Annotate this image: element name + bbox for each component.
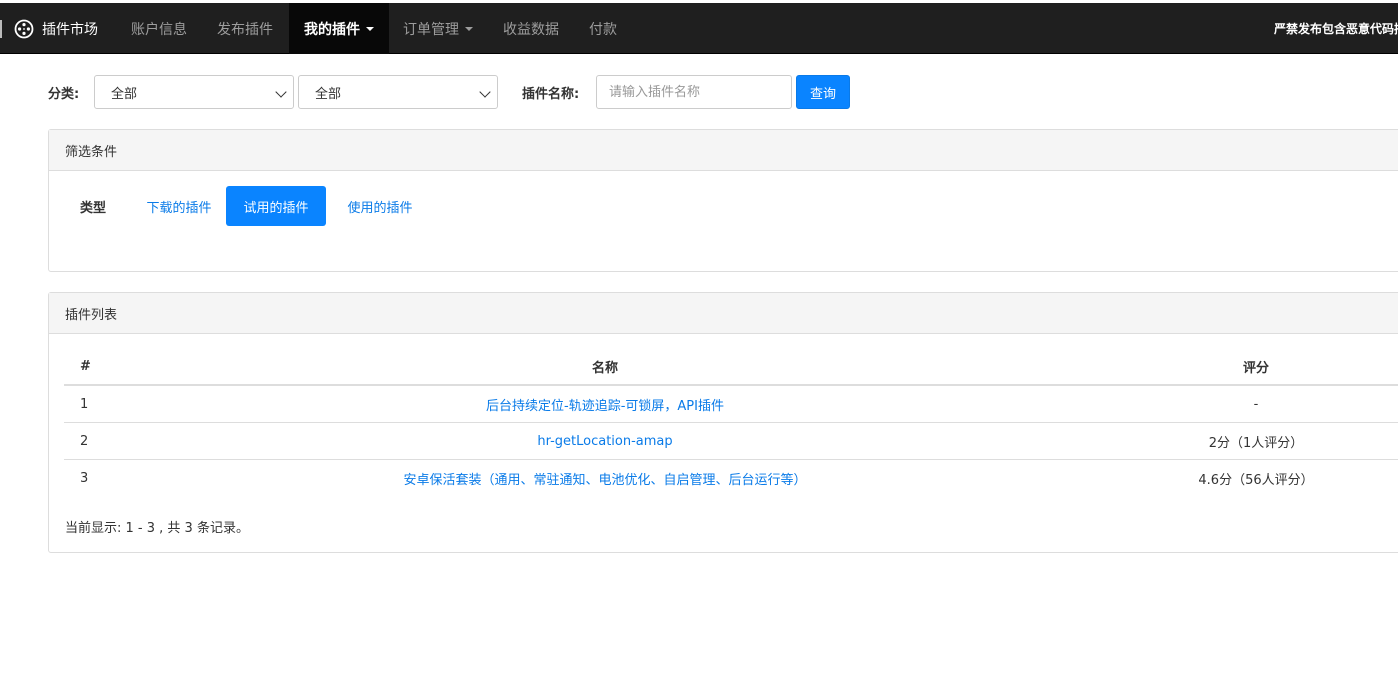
row-name-cell: 后台持续定位-轨迹追踪-可锁屏，API插件 — [164, 386, 1046, 422]
type-filter-row: 类型 下载的插件 试用的插件 使用的插件 — [49, 186, 1398, 226]
column-header-num: # — [80, 358, 91, 374]
caret-down-icon — [366, 26, 374, 31]
nav-item-account[interactable]: 账户信息 — [131, 3, 187, 54]
plugin-link[interactable]: hr-getLocation-amap — [537, 434, 672, 449]
search-button[interactable]: 查询 — [796, 75, 850, 109]
row-num: 1 — [80, 396, 89, 412]
row-num: 2 — [80, 433, 89, 449]
plugin-list-panel: 插件列表 # 名称 评分 1 后台持续定位-轨迹追踪-可锁屏，API插件 - 2… — [48, 292, 1398, 553]
nav-item-label: 发布插件 — [217, 21, 273, 38]
category-primary-select[interactable]: 全部 — [94, 75, 294, 109]
plugin-name-label: 插件名称: — [522, 87, 580, 102]
nav-item-orders[interactable]: 订单管理 — [403, 3, 473, 54]
navbar-notice: 严禁发布包含恶意代码插 — [1274, 22, 1398, 36]
nav-item-label: 收益数据 — [503, 21, 559, 38]
row-score: 2分（1人评分） — [1208, 435, 1304, 451]
nav-item-my-plugins[interactable]: 我的插件 — [289, 3, 389, 54]
nav-item-earnings[interactable]: 收益数据 — [503, 3, 559, 54]
category-secondary-value: 全部 — [315, 86, 342, 102]
type-pill-trial[interactable]: 试用的插件 — [226, 186, 326, 226]
brand[interactable]: 插件市场 — [14, 3, 98, 54]
film-reel-icon — [14, 19, 34, 38]
row-name-cell: hr-getLocation-amap — [164, 423, 1046, 459]
column-header-score: 评分 — [1242, 360, 1269, 376]
type-pill-used[interactable]: 使用的插件 — [334, 186, 426, 226]
type-label: 类型 — [80, 200, 107, 216]
table-header-row: # 名称 评分 — [64, 348, 1398, 386]
table-row: 2 hr-getLocation-amap 2分（1人评分） — [64, 423, 1398, 460]
table-row: 1 后台持续定位-轨迹追踪-可锁屏，API插件 - — [64, 386, 1398, 423]
caret-down-icon — [465, 26, 473, 31]
panel-title: 筛选条件 — [49, 130, 1398, 171]
pagination-summary: 当前显示: 1 - 3 , 共 3 条记录。 — [65, 521, 249, 536]
chevron-down-icon — [275, 86, 287, 98]
category-primary-value: 全部 — [111, 86, 138, 102]
type-pill-downloaded[interactable]: 下载的插件 — [133, 186, 225, 226]
nav-item-label: 我的插件 — [304, 21, 360, 38]
plugin-link[interactable]: 后台持续定位-轨迹追踪-可锁屏，API插件 — [486, 395, 724, 414]
plugin-link[interactable]: 安卓保活套装（通用、常驻通知、电池优化、自启管理、后台运行等） — [403, 469, 806, 488]
row-name-cell: 安卓保活套装（通用、常驻通知、电池优化、自启管理、后台运行等） — [164, 460, 1046, 497]
nav-item-label: 订单管理 — [403, 21, 459, 38]
nav-item-label: 付款 — [589, 21, 617, 38]
row-score: 4.6分（56人评分） — [1198, 473, 1314, 488]
brand-label: 插件市场 — [42, 21, 98, 38]
panel-title: 插件列表 — [49, 293, 1398, 334]
nav-item-payment[interactable]: 付款 — [589, 3, 617, 54]
filter-conditions-panel: 筛选条件 类型 下载的插件 试用的插件 使用的插件 — [48, 129, 1398, 272]
nav-item-label: 账户信息 — [131, 21, 187, 38]
nav-item-publish[interactable]: 发布插件 — [217, 3, 273, 54]
category-secondary-select[interactable]: 全部 — [298, 75, 498, 109]
chevron-down-icon — [479, 86, 491, 98]
plugin-name-input[interactable] — [596, 75, 792, 109]
top-navbar: 插件市场 账户信息 发布插件 我的插件 订单管理 收益数据 付款 严禁发布包含恶… — [0, 3, 1398, 54]
row-num: 3 — [80, 471, 89, 486]
category-label: 分类: — [48, 87, 80, 102]
plugin-table: # 名称 评分 1 后台持续定位-轨迹追踪-可锁屏，API插件 - 2 hr-g… — [64, 348, 1398, 497]
navbar-edge-divider — [0, 20, 2, 38]
row-score: - — [1253, 396, 1259, 412]
column-header-name: 名称 — [591, 360, 618, 376]
table-row: 3 安卓保活套装（通用、常驻通知、电池优化、自启管理、后台运行等） 4.6分（5… — [64, 460, 1398, 497]
